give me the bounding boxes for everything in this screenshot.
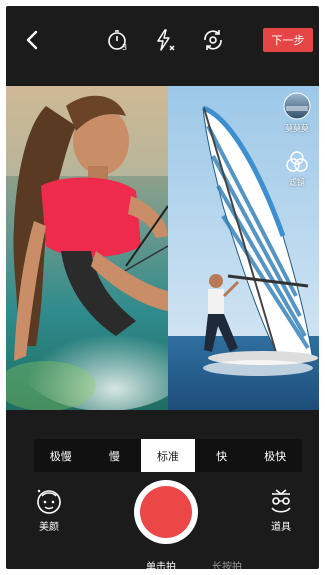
props-label: 道具 [271, 522, 291, 533]
flash-off-icon [157, 29, 175, 51]
music-tool-label: 莫莫莫 [285, 124, 309, 133]
windsurfer-photo [168, 86, 319, 410]
speed-option-very-fast[interactable]: 极快 [248, 439, 302, 472]
mode-tap-shoot[interactable]: 单击拍 [146, 558, 176, 569]
speed-option-standard[interactable]: 标准 [141, 439, 195, 472]
timer-button[interactable]: 3 [104, 26, 132, 54]
speed-option-slow[interactable]: 慢 [88, 439, 142, 472]
preview-left-pane [6, 86, 168, 410]
music-tool[interactable]: 莫莫莫 [279, 92, 315, 134]
camera-screen: 3 下一步 莫莫莫 滤镜 极慢 慢 标准 快 极快 美颜 道具 单击拍 长按拍 [6, 6, 319, 569]
top-bar: 3 下一步 [6, 6, 319, 86]
mode-hold-shoot[interactable]: 长按拍 [212, 558, 242, 569]
filter-tool[interactable]: 滤镜 [279, 150, 315, 188]
flip-camera-button[interactable] [199, 26, 227, 54]
preview-right-pane [168, 86, 319, 410]
music-thumbnail-icon [283, 92, 311, 120]
beauty-face-icon [37, 489, 61, 514]
camera-preview: 莫莫莫 滤镜 [6, 86, 319, 410]
beauty-label: 美颜 [39, 522, 59, 533]
props-icon [271, 489, 291, 513]
next-step-button[interactable]: 下一步 [263, 28, 313, 52]
beauty-button[interactable]: 美颜 [34, 486, 64, 533]
shutter-button[interactable] [134, 480, 198, 544]
shutter-inner [140, 486, 192, 538]
back-button[interactable] [18, 26, 46, 54]
flash-button[interactable] [150, 26, 178, 54]
svg-text:3: 3 [122, 43, 127, 52]
speed-option-very-slow[interactable]: 极慢 [34, 439, 88, 472]
filter-tool-label: 滤镜 [289, 178, 305, 187]
chevron-left-icon [26, 30, 38, 50]
speed-selector: 极慢 慢 标准 快 极快 [34, 439, 302, 472]
filter-icon [286, 151, 308, 172]
props-button[interactable]: 道具 [266, 488, 296, 533]
speed-option-fast[interactable]: 快 [195, 439, 249, 472]
surfer-photo [6, 86, 168, 410]
camera-flip-icon [204, 30, 222, 50]
timer-icon: 3 [108, 30, 127, 52]
